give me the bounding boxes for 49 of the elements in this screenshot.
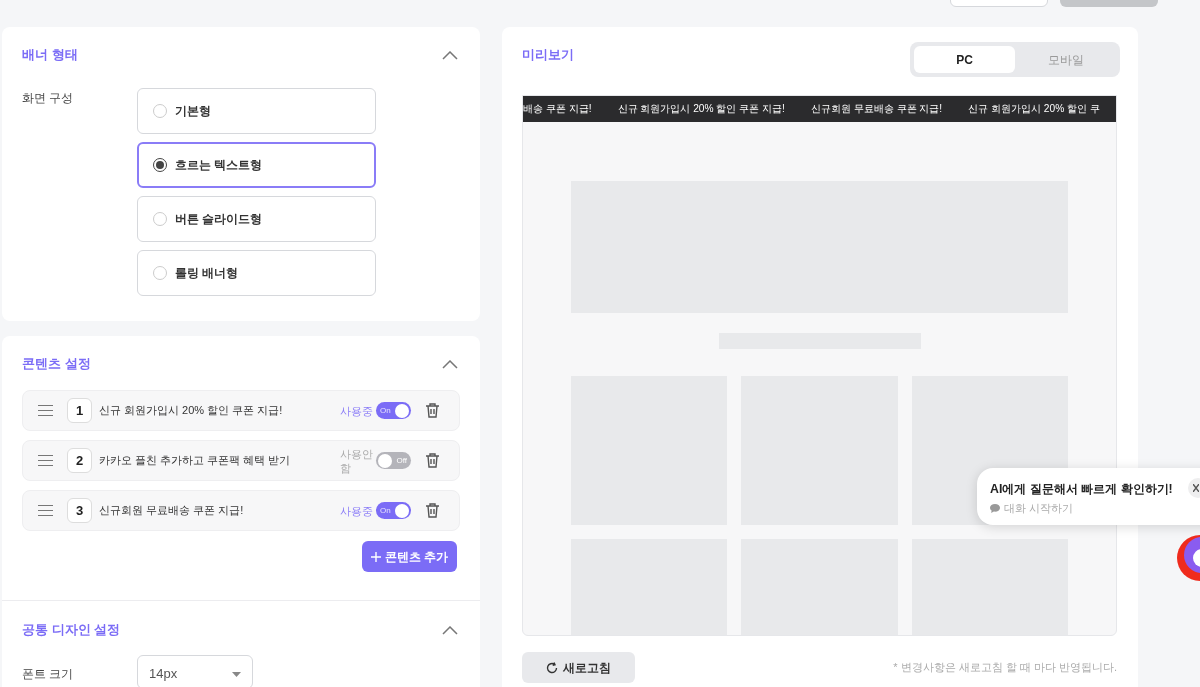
row-number: 2 [67, 448, 92, 473]
trash-icon[interactable] [426, 503, 439, 518]
drag-handle-icon[interactable] [38, 405, 53, 416]
option-label: 롤링 배너형 [175, 265, 239, 282]
option-label: 버튼 슬라이드형 [175, 211, 263, 228]
content-text: 카카오 플친 추가하고 쿠폰팩 혜택 받기 [99, 453, 292, 469]
collapse-chevron-icon[interactable] [442, 50, 458, 60]
field-label: 폰트 크기 [22, 666, 75, 683]
option-label: 기본형 [175, 103, 211, 120]
note-text: * 변경사항은 새로고침 할 때 마다 반영됩니다. [893, 660, 1117, 676]
layout-option[interactable]: 버튼 슬라이드형 [137, 196, 376, 242]
option-label: 흐르는 텍스트형 [175, 157, 263, 174]
layout-option[interactable]: 롤링 배너형 [137, 250, 376, 296]
status-label: 사용중 [340, 503, 374, 518]
trash-icon[interactable] [426, 453, 439, 468]
chat-popup[interactable]: AI에게 질문해서 빠르게 확인하기! 대화 시작하기 [977, 468, 1200, 525]
plus-icon [370, 551, 381, 562]
layout-option[interactable]: 흐르는 텍스트형 [137, 142, 376, 188]
section-title: 공통 디자인 설정 [22, 621, 121, 640]
dropdown-caret-icon [232, 671, 241, 677]
content-text: 신규 회원가입시 20% 할인 쿠폰 지급! [99, 403, 284, 419]
status-label: 사용중 [340, 403, 374, 418]
device-tab[interactable]: PC [914, 46, 1015, 73]
content-text: 신규회원 무료배송 쿠폰 지급! [99, 503, 245, 519]
marquee-text: 신규 회원가입시 20% 할인 쿠 [968, 102, 1100, 117]
status-label: 사용안함 [340, 446, 374, 475]
section-title: 콘텐츠 설정 [22, 355, 91, 374]
close-icon [1193, 484, 1199, 492]
marquee-text: 신규 회원가입시 20% 할인 쿠폰 지급! [617, 102, 785, 117]
refresh-icon [546, 661, 558, 674]
drag-handle-icon[interactable] [38, 505, 53, 516]
refresh-button[interactable]: 새로고침 [522, 652, 635, 683]
trash-icon[interactable] [426, 403, 439, 418]
marquee-text: 신규회원 무료배송 쿠폰 지급! [810, 102, 943, 117]
layout-option[interactable]: 기본형 [137, 88, 376, 134]
collapse-chevron-icon[interactable] [442, 625, 458, 635]
chat-bubble-icon [990, 504, 1000, 514]
section-title: 미리보기 [522, 46, 574, 64]
drag-handle-icon[interactable] [38, 455, 53, 466]
assistant-orb-icon[interactable] [1175, 535, 1200, 581]
section-title: 배너 형태 [22, 46, 78, 65]
collapse-chevron-icon[interactable] [442, 359, 458, 369]
chat-subtitle: 대화 시작하기 [1004, 501, 1074, 517]
add-content-button[interactable]: 콘텐츠 추가 [361, 541, 457, 572]
row-number: 1 [67, 398, 92, 423]
marquee-text: 배송 쿠폰 지급! [523, 102, 592, 117]
field-label: 화면 구성 [22, 90, 75, 107]
row-number: 3 [67, 498, 92, 523]
chat-title: AI에게 질문해서 빠르게 확인하기! [990, 481, 1173, 498]
